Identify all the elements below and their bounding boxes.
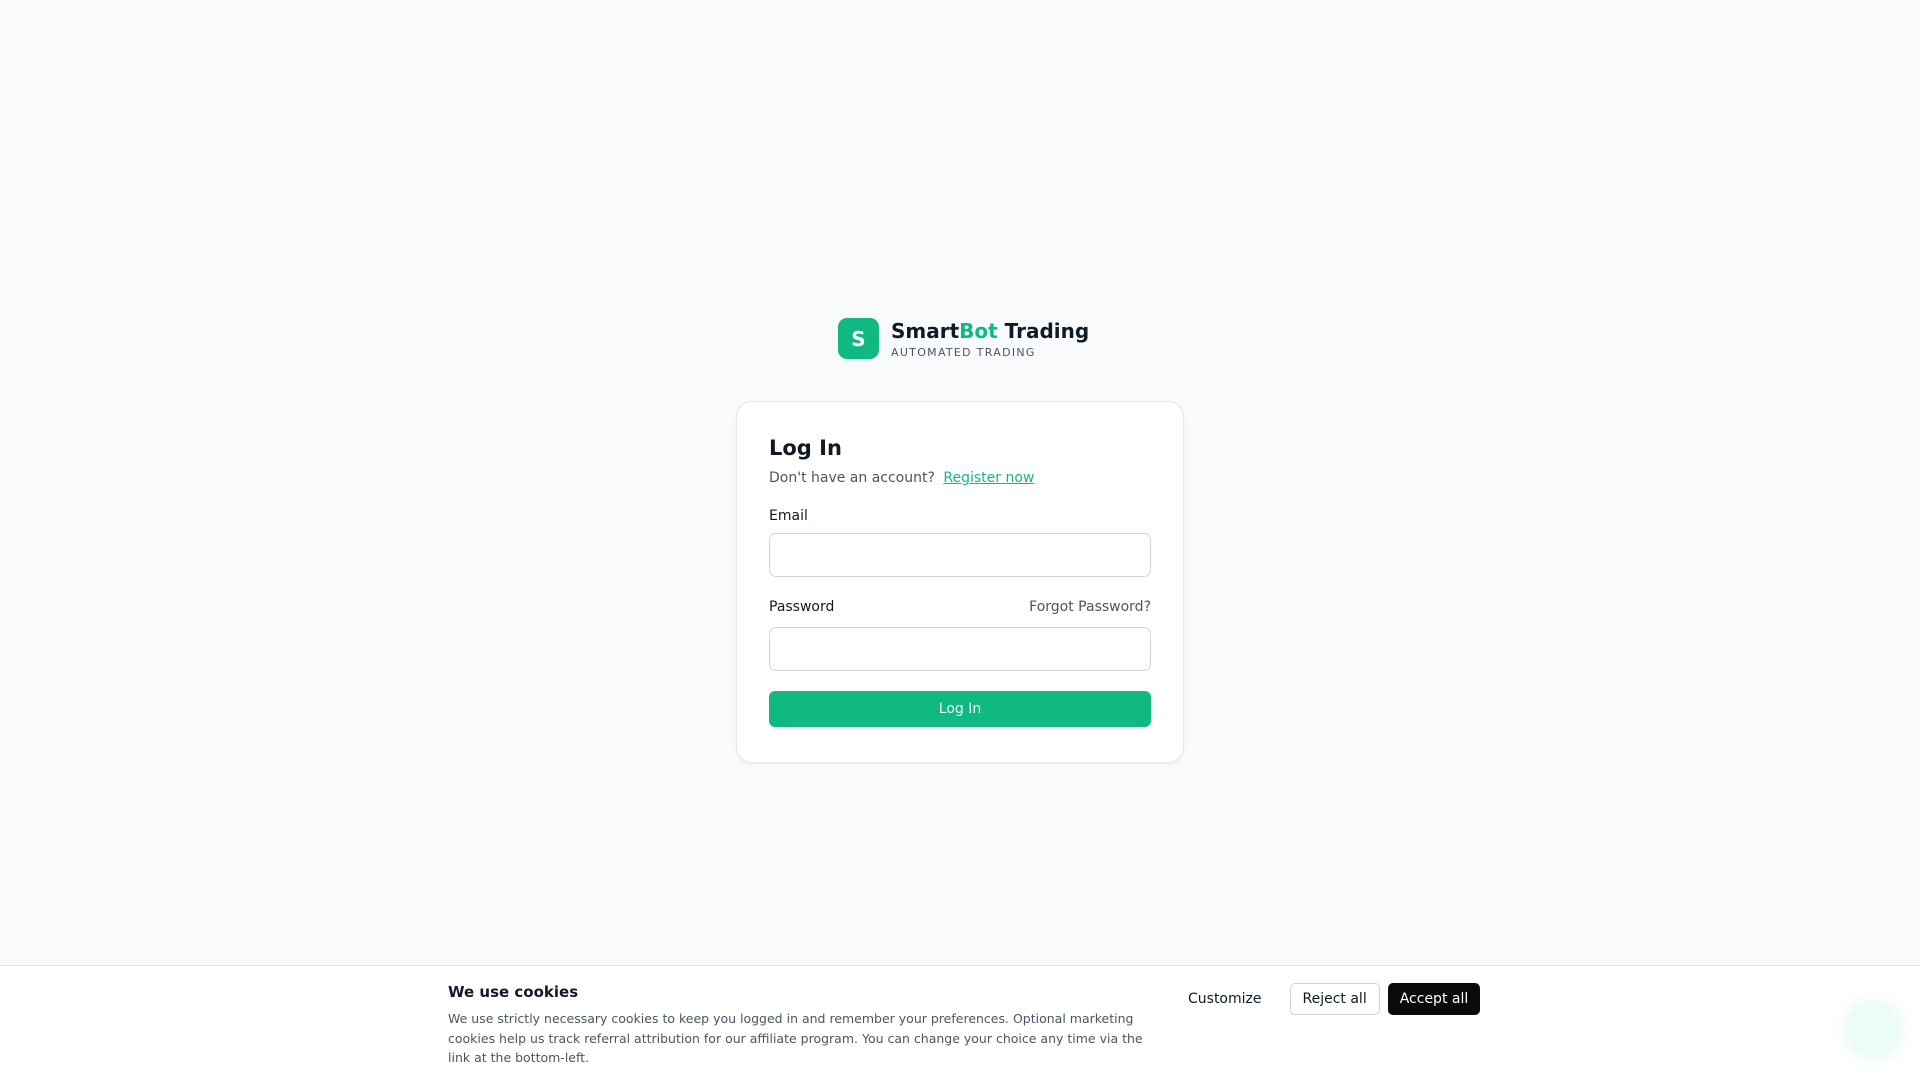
cookie-actions: Customize Reject all Accept all (1176, 983, 1481, 1015)
forgot-password-link[interactable]: Forgot Password? (1029, 599, 1151, 615)
login-button[interactable]: Log In (769, 691, 1151, 727)
brand-tagline: AUTOMATED TRADING (891, 345, 1036, 359)
cookie-text: We use cookies We use strictly necessary… (448, 983, 1158, 1068)
login-title: Log In (769, 436, 842, 460)
brand-text: SmartBot Trading AUTOMATED TRADING (891, 319, 1089, 359)
password-label-row: Password Forgot Password? (769, 599, 1151, 615)
brand-logo-letter: S (851, 326, 866, 351)
brand-header: S SmartBot Trading AUTOMATED TRADING (838, 318, 1089, 359)
register-prompt: Don't have an account? Register now (769, 470, 1151, 486)
brand-name-part2: Trading (997, 318, 1090, 343)
brand-name-part1: Smart (891, 318, 960, 343)
login-page: S SmartBot Trading AUTOMATED TRADING Log… (0, 0, 1920, 1080)
brand-name: SmartBot Trading (891, 319, 1089, 343)
password-input[interactable] (769, 627, 1151, 671)
email-input[interactable] (769, 533, 1151, 577)
register-link[interactable]: Register now (943, 470, 1034, 486)
customize-button[interactable]: Customize (1176, 983, 1274, 1015)
password-label: Password (769, 599, 835, 615)
brand-name-accent: Bot (959, 318, 998, 343)
chat-widget-icon[interactable] (1848, 1005, 1898, 1055)
no-account-text: Don't have an account? (769, 470, 935, 486)
cookie-banner: We use cookies We use strictly necessary… (0, 965, 1920, 1080)
reject-all-button[interactable]: Reject all (1289, 983, 1380, 1015)
brand-logo: S (838, 318, 879, 359)
email-label: Email (769, 508, 808, 524)
cookie-description: We use strictly necessary cookies to kee… (448, 1011, 1143, 1065)
login-card: Log In Don't have an account? Register n… (736, 401, 1184, 763)
cookie-title: We use cookies (448, 983, 579, 1001)
accept-all-button[interactable]: Accept all (1387, 983, 1481, 1015)
